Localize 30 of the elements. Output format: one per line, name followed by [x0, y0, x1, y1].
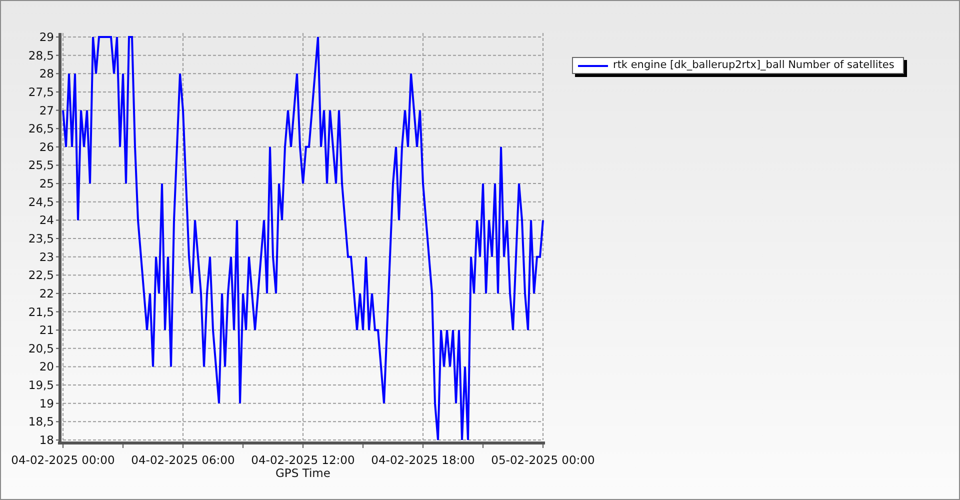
- y-tick-label: 20: [39, 360, 54, 374]
- y-tick-label: 18: [39, 433, 54, 447]
- y-tick-label: 21,5: [28, 304, 54, 319]
- y-tick-label: 25: [39, 176, 54, 191]
- y-tick-label: 18,5: [28, 414, 54, 429]
- x-tick-label: 04-02-2025 12:00: [251, 453, 355, 467]
- y-tick-label: 28: [39, 66, 54, 81]
- y-tick-label: 29: [39, 30, 54, 44]
- y-tick-label: 23: [39, 250, 54, 264]
- y-tick-label: 24: [39, 213, 54, 228]
- y-tick-label: 19: [39, 396, 54, 410]
- y-tick-label: 28,5: [28, 48, 54, 62]
- x-tick-label: 04-02-2025 18:00: [371, 453, 475, 467]
- x-tick-label: 04-02-2025 00:00: [11, 453, 115, 467]
- x-axis-title: GPS Time: [276, 466, 330, 480]
- x-tick-label: 05-02-2025 00:00: [491, 453, 595, 467]
- y-tick-label: 26: [39, 140, 54, 154]
- y-tick-label: 27: [39, 103, 54, 118]
- y-tick-label: 27,5: [28, 84, 54, 99]
- y-tick-label: 26,5: [28, 122, 54, 136]
- y-tick-label: 23,5: [28, 232, 54, 246]
- y-tick-label: 21: [39, 323, 54, 338]
- legend-label: rtk engine [dk_ballerup2rtx]_ball Number of satellites: [613, 60, 896, 71]
- y-tick-label: 22: [39, 286, 54, 300]
- y-tick-label: 25,5: [28, 158, 54, 172]
- y-tick-label: 20,5: [28, 341, 54, 356]
- x-tick-label: 04-02-2025 06:00: [131, 453, 235, 467]
- y-tick-label: 19,5: [28, 378, 54, 392]
- y-tick-label: 24,5: [28, 194, 54, 209]
- y-tick-label: 22,5: [28, 268, 54, 282]
